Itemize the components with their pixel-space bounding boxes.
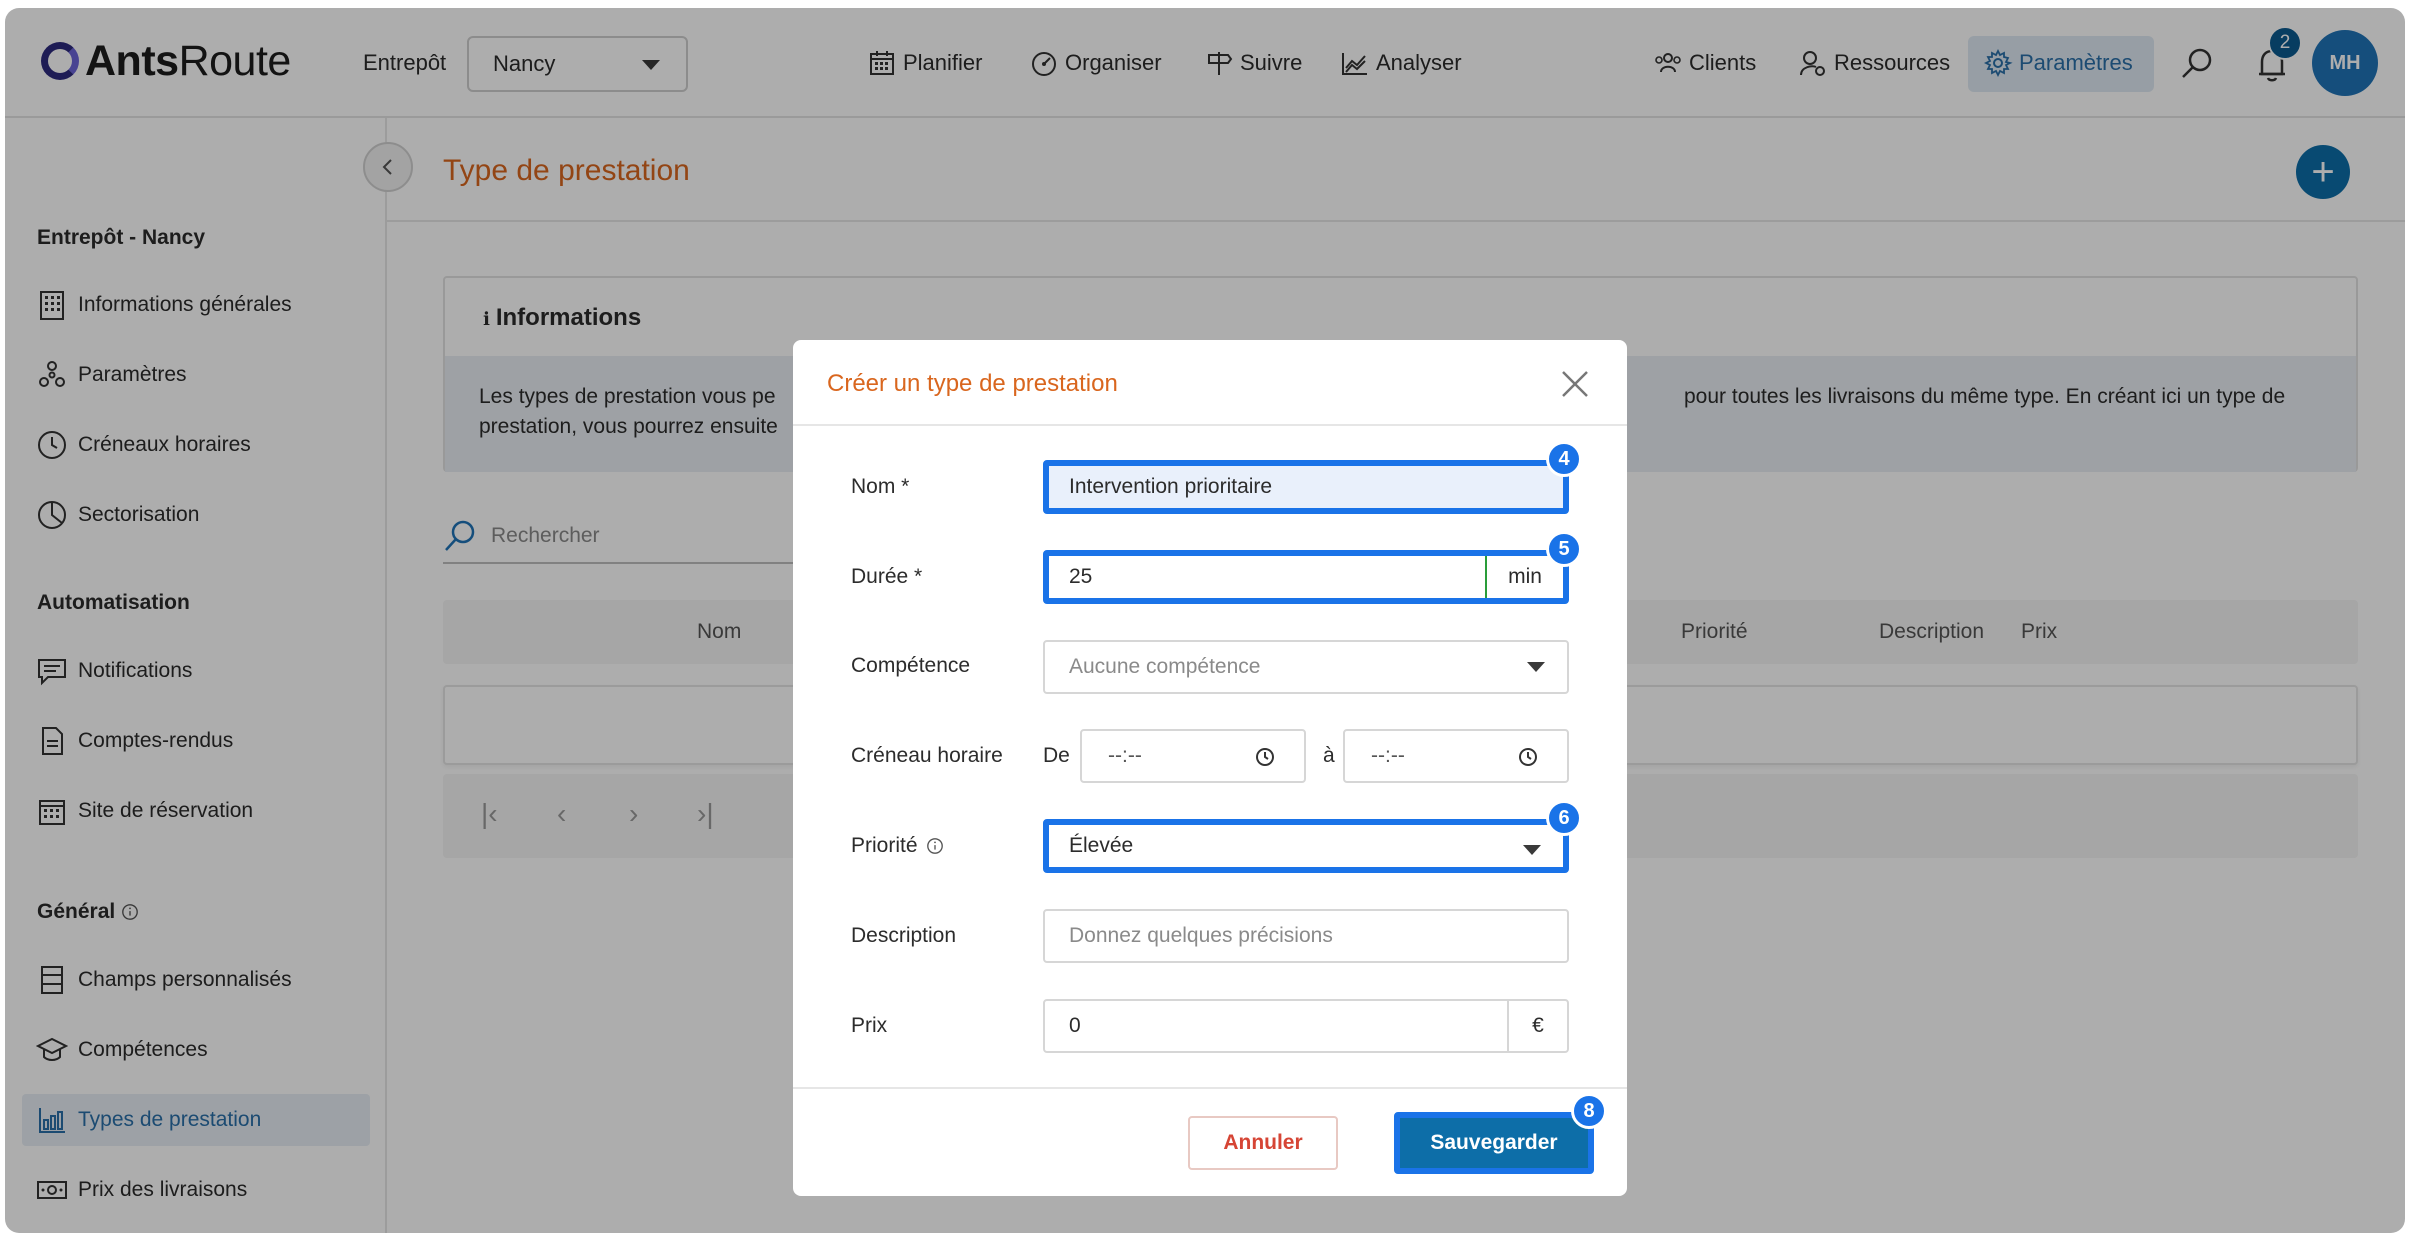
price-value: 0: [1069, 1014, 1081, 1037]
price-unit: €: [1507, 1001, 1567, 1051]
step-badge: 5: [1546, 531, 1582, 567]
create-service-type-dialog: Créer un type de prestation Nom * Interv…: [793, 340, 1627, 1196]
clock-icon: [1256, 748, 1274, 766]
close-icon[interactable]: [1559, 368, 1591, 400]
time-slot-label: Créneau horaire: [851, 744, 1003, 767]
dialog-header: Créer un type de prestation: [793, 340, 1627, 426]
name-value: Intervention prioritaire: [1069, 475, 1273, 498]
step-badge: 6: [1546, 800, 1582, 836]
time-slot-end-input[interactable]: --:--: [1343, 729, 1569, 783]
price-label: Prix: [851, 1014, 888, 1037]
chevron-down-icon: [1527, 662, 1545, 672]
cancel-button[interactable]: Annuler: [1188, 1116, 1338, 1170]
step-badge: 4: [1546, 441, 1582, 477]
dialog-title: Créer un type de prestation: [827, 370, 1118, 397]
step-badge: 8: [1571, 1093, 1607, 1129]
time-slot-start-value: --:--: [1108, 744, 1142, 767]
description-field[interactable]: Donnez quelques précisions: [1043, 909, 1569, 963]
name-label: Nom *: [851, 475, 910, 498]
info-icon[interactable]: [926, 837, 944, 855]
priority-label-text: Priorité: [851, 834, 918, 857]
time-slot-end-value: --:--: [1371, 744, 1405, 767]
description-label: Description: [851, 924, 957, 947]
time-slot-from-label: De: [1043, 744, 1070, 767]
name-field[interactable]: Intervention prioritaire: [1043, 460, 1569, 514]
price-field[interactable]: 0 €: [1043, 999, 1569, 1053]
duration-field[interactable]: 25 min: [1043, 550, 1569, 604]
duration-value: 25: [1069, 565, 1093, 588]
duration-label: Durée *: [851, 565, 923, 588]
clock-icon: [1519, 748, 1537, 766]
chevron-down-icon: [1523, 845, 1541, 855]
time-slot-to-label: à: [1323, 744, 1335, 767]
skill-select[interactable]: Aucune compétence: [1043, 640, 1569, 694]
time-slot-start-input[interactable]: --:--: [1080, 729, 1306, 783]
priority-label: Priorité: [851, 834, 944, 858]
priority-select[interactable]: Élevée: [1043, 819, 1569, 873]
skill-value: Aucune compétence: [1069, 655, 1261, 678]
priority-value: Élevée: [1069, 834, 1134, 857]
app-window: AntsRoute Entrepôt Nancy Planifier Organ…: [5, 8, 2405, 1233]
save-button[interactable]: Sauvegarder: [1394, 1112, 1594, 1174]
description-placeholder: Donnez quelques précisions: [1069, 924, 1333, 947]
dialog-footer-divider: [793, 1087, 1627, 1089]
skill-label: Compétence: [851, 654, 971, 677]
